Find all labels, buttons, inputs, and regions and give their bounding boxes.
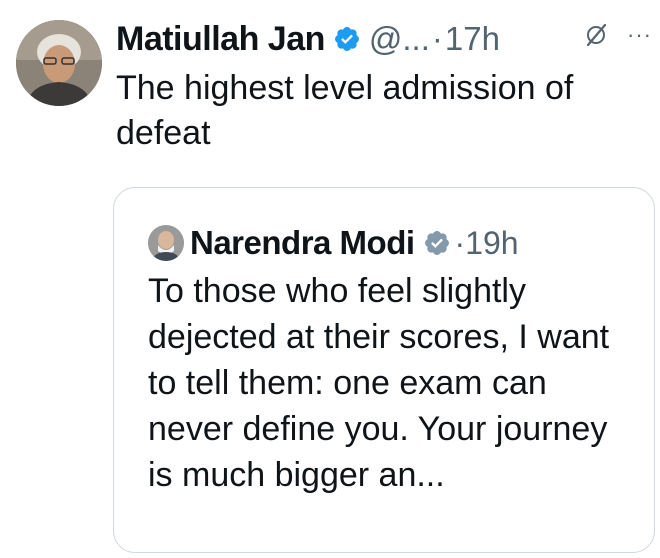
more-icon[interactable]: ··· bbox=[627, 24, 652, 46]
quoted-author-avatar bbox=[148, 225, 184, 261]
grok-icon[interactable] bbox=[583, 22, 609, 48]
tweet-actions-top: ··· bbox=[583, 22, 652, 48]
separator-dot: · bbox=[431, 20, 443, 57]
verified-badge-icon bbox=[423, 229, 451, 257]
timestamp[interactable]: 17h bbox=[445, 20, 500, 58]
verified-badge-icon bbox=[333, 25, 361, 53]
quoted-timestamp[interactable]: 19h bbox=[465, 225, 518, 262]
quoted-tweet-header: Narendra Modi · 19h bbox=[148, 220, 519, 266]
quoted-tweet[interactable]: Narendra Modi · 19h To those who feel sl… bbox=[113, 187, 655, 553]
author-avatar[interactable] bbox=[16, 20, 102, 106]
author-handle[interactable]: @... bbox=[369, 20, 430, 58]
quoted-author-name[interactable]: Narendra Modi bbox=[190, 224, 415, 262]
quoted-tweet-text: To those who feel slightly dejected at t… bbox=[148, 272, 610, 494]
tweet-header: Matiullah Jan @... · 17h bbox=[116, 14, 500, 64]
separator-dot: · bbox=[454, 224, 466, 261]
author-name[interactable]: Matiullah Jan bbox=[116, 20, 325, 59]
tweet[interactable]: Matiullah Jan @... · 17h ··· The highest… bbox=[0, 0, 660, 558]
tweet-text: The highest level admission of defeat bbox=[116, 69, 574, 152]
